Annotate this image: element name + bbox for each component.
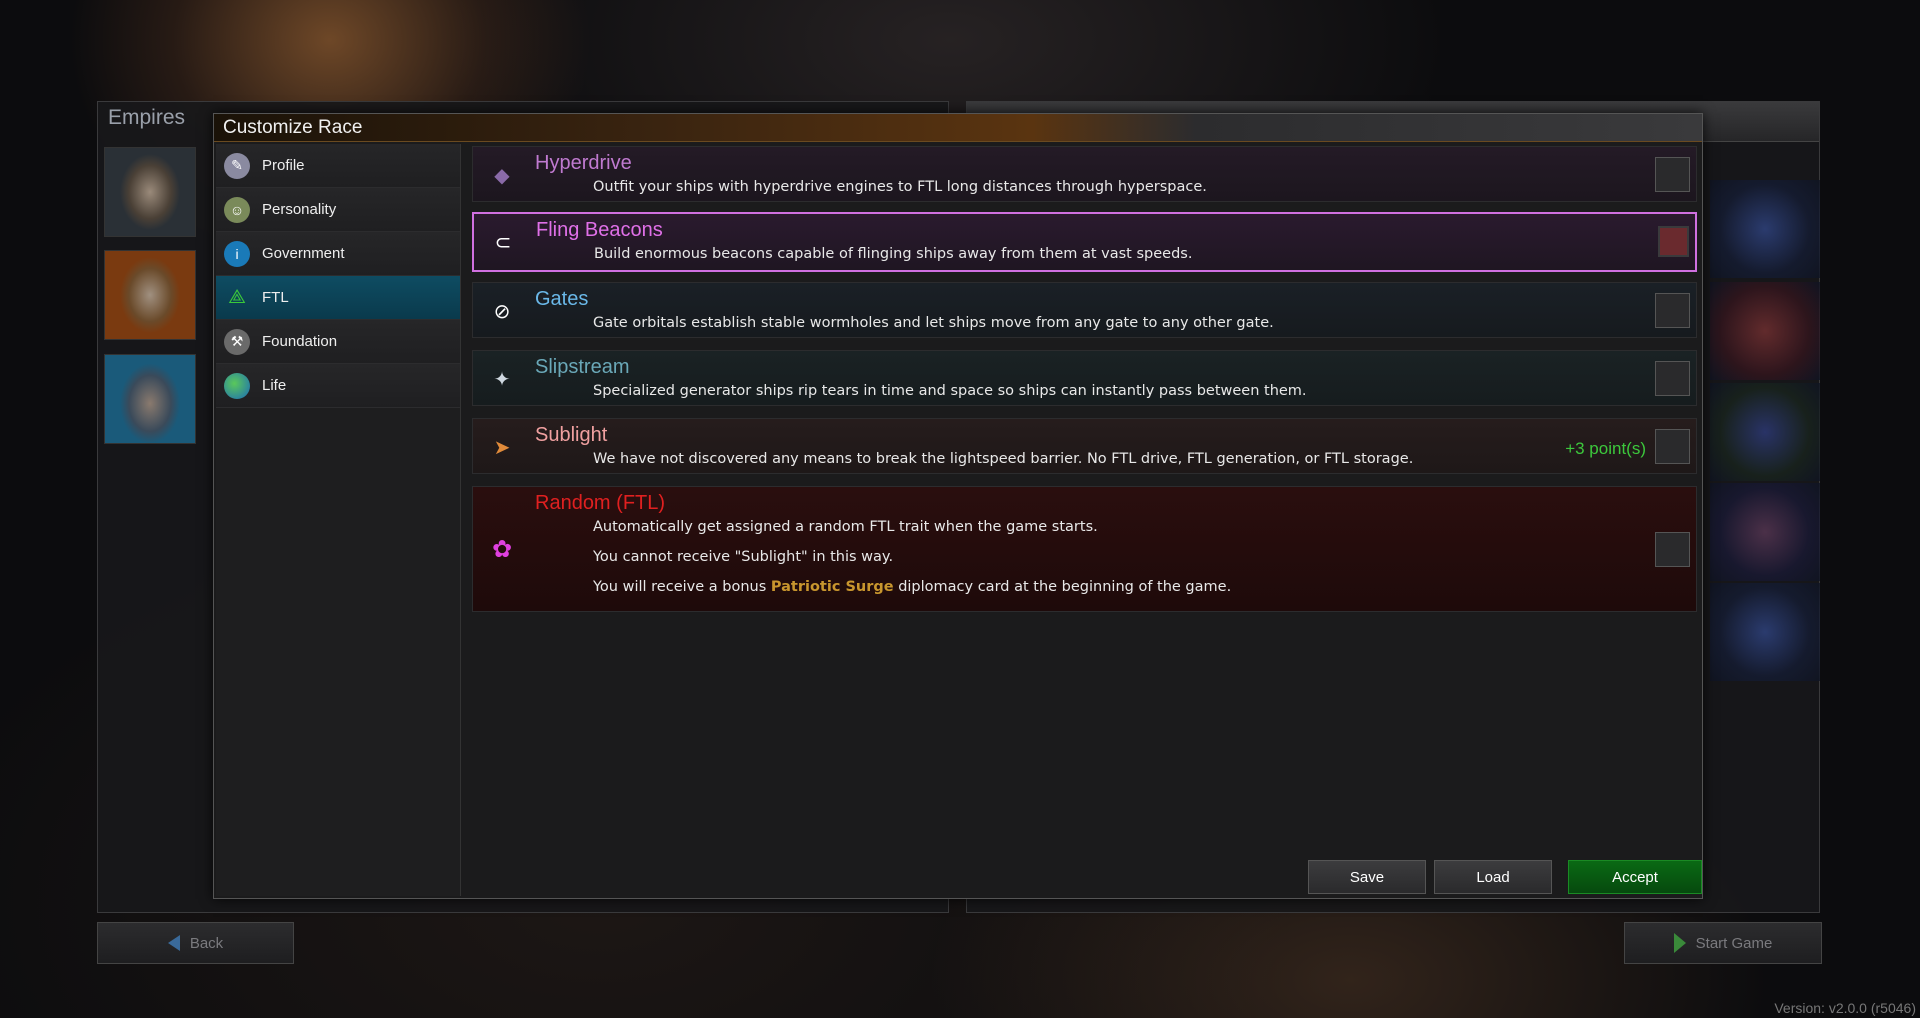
sidebar-item-ftl[interactable]: ⟁ FTL [216, 276, 460, 320]
galaxy-thumbnail[interactable] [1710, 282, 1820, 380]
life-icon [224, 372, 250, 399]
trait-checkbox[interactable] [1655, 429, 1690, 464]
trait-checkbox[interactable] [1655, 293, 1690, 328]
trait-row-slipstream[interactable]: ✦ Slipstream Specialized generator ships… [472, 350, 1697, 406]
trait-description: Gate orbitals establish stable wormholes… [593, 315, 1274, 331]
trait-checkbox-checked[interactable] [1658, 226, 1689, 257]
trait-description: We have not discovered any means to brea… [593, 451, 1414, 467]
trait-name: Gates [535, 288, 589, 310]
sidebar-item-label: FTL [262, 289, 289, 306]
sublight-icon: ➤ [493, 436, 511, 459]
trait-row-fling-beacons[interactable]: ⊂ Fling Beacons Build enormous beacons c… [472, 212, 1697, 272]
sidebar-item-label: Life [262, 377, 287, 394]
trait-description-line: Automatically get assigned a random FTL … [593, 519, 1098, 535]
sidebar-item-profile[interactable]: ✎ Profile [216, 144, 460, 188]
galaxy-thumbnail[interactable] [1710, 383, 1820, 481]
trait-name: Slipstream [535, 356, 630, 378]
trait-row-sublight[interactable]: ➤ Sublight We have not discovered any me… [472, 418, 1697, 474]
trait-name: Hyperdrive [535, 152, 632, 174]
load-button[interactable]: Load [1434, 860, 1552, 894]
gate-icon: ⊘ [493, 300, 511, 323]
save-button[interactable]: Save [1308, 860, 1426, 894]
empires-title: Empires [108, 106, 186, 129]
back-arrow-icon [167, 935, 180, 951]
bonus-text: You will receive a bonus [593, 579, 771, 595]
trait-checkbox[interactable] [1655, 532, 1690, 567]
profile-icon: ✎ [224, 152, 250, 179]
foundation-icon: ⚒ [224, 328, 250, 355]
accept-button[interactable]: Accept [1568, 860, 1702, 894]
galaxy-thumbnail[interactable] [1710, 180, 1820, 278]
patriotic-surge-highlight: Patriotic Surge [770, 579, 894, 595]
trait-description: Build enormous beacons capable of flingi… [594, 246, 1193, 262]
trait-row-gates[interactable]: ⊘ Gates Gate orbitals establish stable w… [472, 282, 1697, 338]
galaxy-thumbnail[interactable] [1710, 483, 1820, 581]
trait-description-line: You cannot receive "Sublight" in this wa… [593, 549, 894, 565]
trait-row-hyperdrive[interactable]: ◆ Hyperdrive Outfit your ships with hype… [472, 146, 1697, 202]
sidebar-item-label: Personality [262, 201, 337, 218]
sidebar-item-label: Government [262, 245, 345, 262]
trait-name: Sublight [535, 424, 608, 446]
sidebar-item-personality[interactable]: ☺ Personality [216, 188, 460, 232]
galaxy-thumbnail[interactable] [1710, 583, 1820, 681]
trait-description: Automatically get assigned a random FTL … [593, 519, 1231, 609]
ftl-icon: ⟁ [228, 286, 246, 308]
bonus-text: diplomacy card at the beginning of the g… [893, 579, 1232, 595]
fling-beacon-icon: ⊂ [494, 231, 512, 254]
dialog-header: Customize Race [214, 114, 1702, 142]
slipstream-icon: ✦ [493, 368, 511, 391]
trait-checkbox[interactable] [1655, 361, 1690, 396]
back-label: Back [189, 934, 224, 952]
start-game-label: Start Game [1695, 934, 1773, 952]
back-button[interactable]: Back [97, 922, 294, 964]
sidebar-item-life[interactable]: Life [216, 364, 460, 408]
version-label: Version: v2.0.0 (r5046) [1774, 1000, 1916, 1016]
play-arrow-icon [1673, 933, 1686, 953]
trait-row-random-ftl[interactable]: ✿ Random (FTL) Automatically get assigne… [472, 486, 1697, 612]
trait-bonus-line: You will receive a bonus Patriotic Surge… [593, 579, 1231, 595]
trait-name: Random (FTL) [535, 492, 666, 514]
dialog-title: Customize Race [223, 117, 363, 138]
customize-race-dialog: Customize Race ✎ Profile ☺ Personality i… [213, 113, 1703, 899]
personality-icon: ☺ [224, 196, 250, 223]
random-icon: ✿ [491, 535, 513, 563]
trait-checkbox[interactable] [1655, 157, 1690, 192]
trait-list: ◆ Hyperdrive Outfit your ships with hype… [472, 146, 1698, 894]
trait-description: Specialized generator ships rip tears in… [593, 383, 1307, 399]
empire-portrait[interactable] [104, 147, 196, 237]
hyperdrive-icon: ◆ [494, 164, 510, 187]
category-sidebar: ✎ Profile ☺ Personality i Government ⟁ F… [216, 144, 461, 896]
trait-description: Outfit your ships with hyperdrive engine… [593, 179, 1207, 195]
empire-portrait[interactable] [104, 354, 196, 444]
government-icon: i [224, 240, 250, 267]
sidebar-item-government[interactable]: i Government [216, 232, 460, 276]
sidebar-item-foundation[interactable]: ⚒ Foundation [216, 320, 460, 364]
sidebar-item-label: Profile [262, 157, 305, 174]
trait-name: Fling Beacons [536, 219, 663, 241]
start-game-button[interactable]: Start Game [1624, 922, 1822, 964]
empire-portrait[interactable] [104, 250, 196, 340]
sidebar-item-label: Foundation [262, 333, 338, 350]
trait-points: +3 point(s) [1565, 439, 1646, 458]
